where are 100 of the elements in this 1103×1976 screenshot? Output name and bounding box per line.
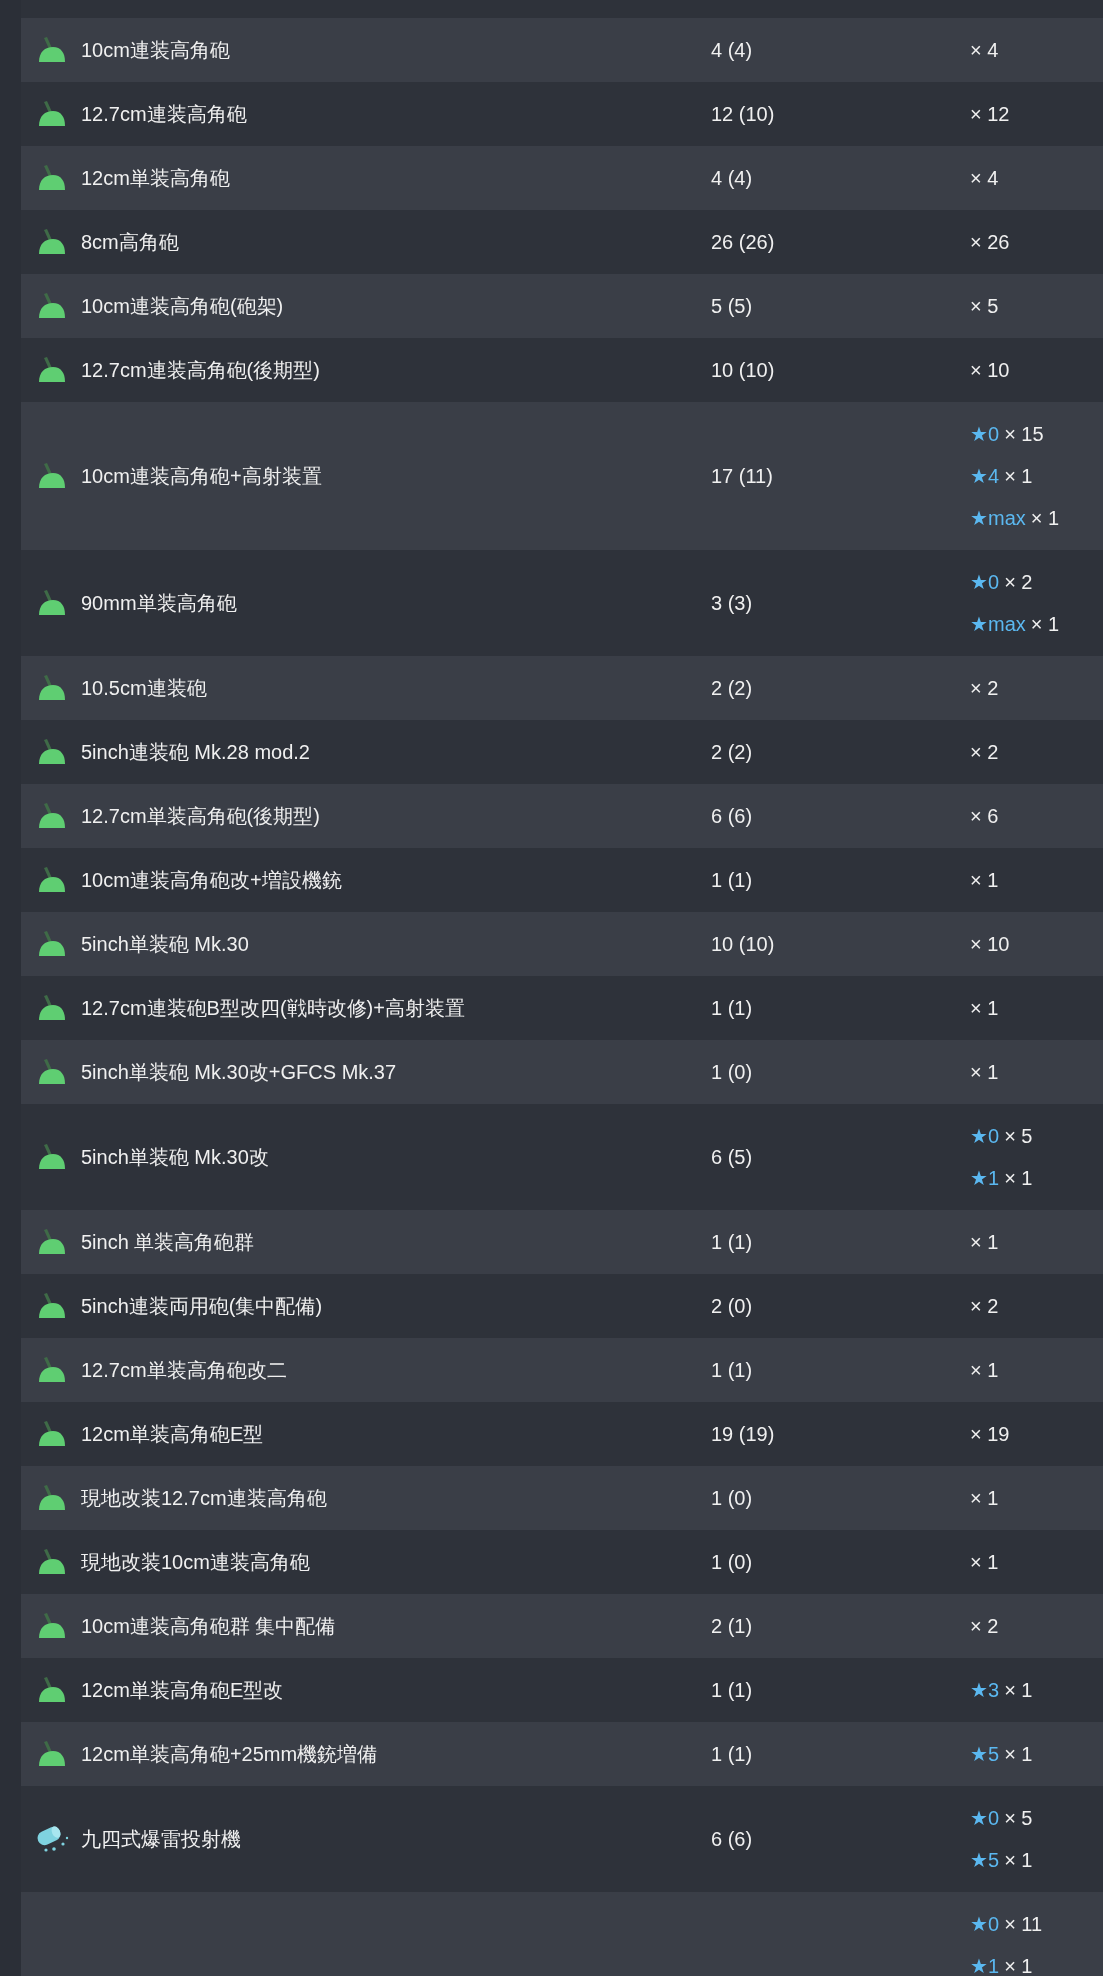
gun-mount-icon — [36, 1356, 68, 1384]
equipment-name: 5inch連装砲 Mk.28 mod.2 — [81, 740, 310, 765]
improvement-count: × 12 — [970, 102, 1010, 127]
improvement-count: × 1 — [970, 1230, 999, 1255]
equipment-name: 5inch 単装高角砲群 — [81, 1230, 255, 1255]
improvement-count: × 1 — [970, 1550, 999, 1575]
improvement-level: ★0 — [970, 570, 1000, 595]
gun-mount-icon — [36, 1612, 68, 1640]
equipment-name: 12.7cm連装高角砲 — [81, 102, 247, 127]
count-text: 1 (1) — [711, 1359, 753, 1381]
gun-mount-icon — [36, 930, 68, 958]
improvement-count: × 1 — [1004, 1678, 1033, 1703]
gun-mount-icon — [36, 100, 68, 128]
equipment-name: 5inch単装砲 Mk.30 — [81, 932, 249, 957]
gun-mount-icon — [36, 674, 68, 702]
equipment-name: 12.7cm連装高角砲(後期型) — [81, 358, 320, 383]
gun-mount-icon — [36, 1228, 68, 1256]
improvement-level: ★1 — [970, 1954, 1000, 1976]
gun-mount-icon — [36, 589, 68, 617]
improvement-count: × 5 — [1004, 1806, 1033, 1831]
improvement-level: ★max — [970, 612, 1026, 637]
improvement-count: × 1 — [970, 1486, 999, 1511]
gun-mount-icon — [36, 36, 68, 64]
improvement-count: × 1 — [970, 996, 999, 1021]
improvement-count: × 2 — [970, 676, 999, 701]
improvement-count: × 1 — [1004, 1742, 1033, 1767]
equipment-name: 12.7cm単装高角砲(後期型) — [81, 804, 320, 829]
improvement-count: × 1 — [1004, 464, 1033, 489]
gun-mount-icon — [36, 1676, 68, 1704]
count-text: 4 (4) — [711, 39, 753, 61]
equipment-name: 12cm単装高角砲+25mm機銃増備 — [81, 1742, 378, 1767]
equipment-name: 現地改装10cm連装高角砲 — [81, 1550, 310, 1575]
equipment-name: 10cm連装高角砲改+増設機銃 — [81, 868, 342, 893]
count-text: 26 (26) — [711, 231, 775, 253]
count-text: 4 (4) — [711, 167, 753, 189]
improvement-count: × 1 — [1030, 506, 1060, 531]
gun-mount-icon — [36, 1548, 68, 1576]
count-text: 1 (1) — [711, 1743, 753, 1765]
equipment-name: 現地改装12.7cm連装高角砲 — [81, 1486, 327, 1511]
count-text: 2 (2) — [711, 677, 753, 699]
count-text: 2 (1) — [711, 1615, 753, 1637]
improvement-count: × 2 — [1004, 570, 1033, 595]
equipment-name: 5inch単装砲 Mk.30改 — [81, 1145, 269, 1170]
improvement-count: × 1 — [1004, 1954, 1033, 1976]
improvement-count: × 1 — [1004, 1166, 1033, 1191]
count-text: 1 (1) — [711, 869, 753, 891]
improvement-count: × 5 — [970, 294, 999, 319]
gun-mount-icon — [36, 1292, 68, 1320]
equipment-name: 5inch連装両用砲(集中配備) — [81, 1294, 323, 1319]
gun-mount-icon — [36, 1143, 68, 1171]
count-text: 17 (11) — [711, 465, 773, 487]
improvement-level: ★0 — [970, 422, 1000, 447]
count-text: 19 (19) — [711, 1423, 775, 1445]
equipment-name: 10cm連装高角砲 — [81, 38, 230, 63]
improvement-count: × 6 — [970, 804, 999, 829]
gun-mount-icon — [36, 228, 68, 256]
equipment-name: 10cm連装高角砲(砲架) — [81, 294, 284, 319]
gun-mount-icon — [36, 1420, 68, 1448]
equipment-name: 5inch単装砲 Mk.30改+GFCS Mk.37 — [81, 1060, 397, 1085]
count-text: 6 (6) — [711, 1828, 753, 1850]
improvement-count: × 19 — [970, 1422, 1010, 1447]
gun-mount-icon — [36, 356, 68, 384]
improvement-count: × 1 — [970, 1358, 999, 1383]
equipment-name: 10cm連装高角砲+高射装置 — [81, 464, 322, 489]
equipment-name: 90mm単装高角砲 — [81, 591, 237, 616]
gun-mount-icon — [36, 994, 68, 1022]
count-text: 1 (0) — [711, 1551, 753, 1573]
count-text: 1 (1) — [711, 997, 753, 1019]
improvement-level: ★0 — [970, 1806, 1000, 1831]
improvement-level: ★max — [970, 506, 1026, 531]
count-text: 5 (5) — [711, 295, 753, 317]
count-text: 2 (2) — [711, 741, 753, 763]
equipment-name: 12.7cm連装砲B型改四(戦時改修)+高射装置 — [81, 996, 465, 1021]
equipment-name: 10.5cm連装砲 — [81, 676, 207, 701]
equipment-name: 10cm連装高角砲群 集中配備 — [81, 1614, 336, 1639]
count-text: 1 (0) — [711, 1061, 753, 1083]
improvement-level: ★1 — [970, 1166, 1000, 1191]
improvement-level: ★3 — [970, 1678, 1000, 1703]
count-text: 12 (10) — [711, 103, 775, 125]
improvement-count: × 4 — [970, 38, 999, 63]
equipment-name: 九四式爆雷投射機 — [81, 1827, 241, 1852]
improvement-count: × 4 — [970, 166, 999, 191]
count-text: 2 (0) — [711, 1295, 753, 1317]
equipment-name: 12.7cm単装高角砲改二 — [81, 1358, 287, 1383]
equipment-name: 12cm単装高角砲E型改 — [81, 1678, 284, 1703]
equipment-name: 12cm単装高角砲 — [81, 166, 230, 191]
count-text: 6 (5) — [711, 1146, 753, 1168]
improvement-level: ★5 — [970, 1848, 1000, 1873]
equipment-name: 8cm高角砲 — [81, 230, 179, 255]
improvement-count: × 15 — [1004, 422, 1044, 447]
gun-mount-icon — [36, 292, 68, 320]
improvement-count: × 1 — [970, 868, 999, 893]
improvement-count: × 1 — [970, 1060, 999, 1085]
improvement-level: ★0 — [970, 1912, 1000, 1937]
count-text: 10 (10) — [711, 933, 775, 955]
gun-mount-icon — [36, 1484, 68, 1512]
improvement-count: × 1 — [1030, 612, 1060, 637]
improvement-count: × 26 — [970, 230, 1010, 255]
gun-mount-icon — [36, 1058, 68, 1086]
improvement-level: ★0 — [970, 1124, 1000, 1149]
